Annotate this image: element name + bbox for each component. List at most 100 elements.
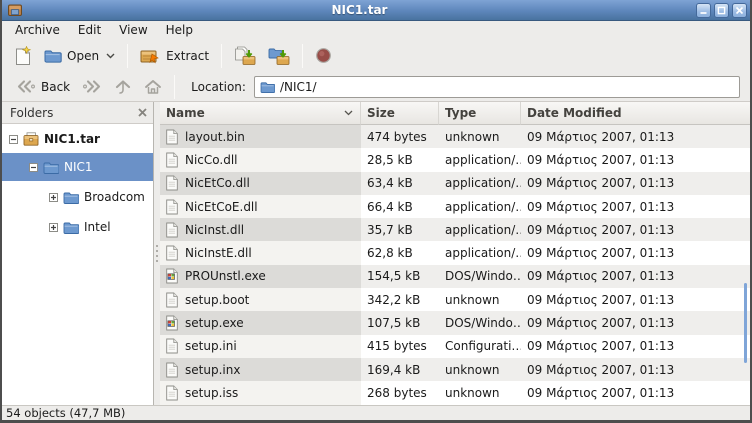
table-row[interactable]: setup.iss 268 bytes unknown 09 Μάρτιος 2…	[160, 381, 750, 404]
file-name-cell: setup.boot	[160, 288, 361, 311]
tree-item-label: Broadcom	[84, 190, 145, 204]
file-name: setup.exe	[185, 316, 244, 330]
navbar-separator	[174, 75, 175, 99]
vertical-scrollbar[interactable]	[744, 283, 747, 363]
table-row[interactable]: setup.boot 342,2 kB unknown 09 Μάρτιος 2…	[160, 288, 750, 311]
file-name: NicInst.dll	[185, 223, 244, 237]
column-header-date[interactable]: Date Modified	[521, 102, 750, 125]
column-header-size[interactable]: Size	[361, 102, 439, 125]
column-header-type[interactable]: Type	[439, 102, 521, 125]
file-icon	[165, 222, 179, 238]
stop-icon	[315, 47, 332, 64]
file-size: 35,7 kB	[361, 218, 439, 241]
table-row[interactable]: PROUnstl.exe 154,5 kB DOS/Windo… 09 Μάρτ…	[160, 265, 750, 288]
file-name-cell: NicCo.dll	[160, 148, 361, 171]
folder-tree: NIC1.tar NIC1	[2, 124, 153, 405]
forward-icon	[82, 79, 102, 94]
add-files-button[interactable]	[228, 43, 262, 68]
file-type: Configurati…	[439, 335, 521, 358]
file-date: 09 Μάρτιος 2007, 01:13	[521, 241, 750, 264]
file-size: 268 bytes	[361, 381, 439, 404]
sidebar-title: Folders	[10, 106, 53, 120]
folder-icon	[43, 161, 59, 174]
column-header-name-label: Name	[166, 106, 205, 120]
file-date: 09 Μάρτιος 2007, 01:13	[521, 265, 750, 288]
file-type: DOS/Windo…	[439, 311, 521, 334]
collapse-expander-icon[interactable]	[9, 135, 18, 144]
close-button[interactable]	[732, 3, 747, 18]
tree-item-intel[interactable]: Intel	[2, 214, 153, 240]
location-input[interactable]: /NIC1/	[254, 76, 740, 98]
file-name: setup.iss	[185, 386, 238, 400]
toolbar-separator	[221, 44, 222, 68]
folder-icon	[63, 191, 79, 204]
tree-item-nic1-tar[interactable]: NIC1.tar	[2, 126, 153, 152]
tree-item-broadcom[interactable]: Broadcom	[2, 184, 153, 210]
menu-archive[interactable]: Archive	[6, 22, 69, 38]
column-headers: Name Size Type Date Modified	[160, 102, 750, 125]
maximize-button[interactable]	[714, 3, 729, 18]
open-button[interactable]: Open	[38, 46, 121, 66]
table-row[interactable]: setup.ini 415 bytes Configurati… 09 Μάρτ…	[160, 335, 750, 358]
up-button[interactable]	[108, 76, 138, 98]
extract-button[interactable]: Extract	[134, 44, 215, 67]
open-folder-icon	[44, 49, 62, 63]
table-row[interactable]: NicEtCo.dll 63,4 kB application/… 09 Μάρ…	[160, 172, 750, 195]
expand-expander-icon[interactable]	[49, 223, 58, 232]
close-sidebar-icon[interactable]	[138, 108, 147, 117]
statusbar: 54 objects (47,7 MB)	[2, 405, 750, 420]
file-date: 09 Μάρτιος 2007, 01:13	[521, 148, 750, 171]
table-row[interactable]: layout.bin 474 bytes unknown 09 Μάρτιος …	[160, 125, 750, 148]
toolbar-separator	[302, 44, 303, 68]
back-button[interactable]: Back	[10, 76, 76, 97]
tree-item-label: NIC1	[64, 160, 93, 174]
table-row[interactable]: NicCo.dll 28,5 kB application/… 09 Μάρτι…	[160, 148, 750, 171]
file-date: 09 Μάρτιος 2007, 01:13	[521, 288, 750, 311]
window-title: NIC1.tar	[23, 3, 696, 17]
file-icon	[165, 245, 179, 261]
file-type: unknown	[439, 358, 521, 381]
file-size: 28,5 kB	[361, 148, 439, 171]
sort-chevron-down-icon	[344, 110, 353, 116]
status-text: 54 objects (47,7 MB)	[6, 406, 125, 420]
file-name: layout.bin	[185, 130, 245, 144]
tree-item-nic1[interactable]: NIC1	[2, 153, 153, 181]
expand-expander-icon[interactable]	[49, 193, 58, 202]
menu-edit[interactable]: Edit	[69, 22, 110, 38]
collapse-expander-icon[interactable]	[29, 163, 38, 172]
folder-icon	[63, 221, 79, 234]
minimize-button[interactable]	[696, 3, 711, 18]
stop-button[interactable]	[309, 44, 338, 67]
file-name: PROUnstl.exe	[185, 269, 266, 283]
back-icon	[16, 79, 36, 94]
file-date: 09 Μάρτιος 2007, 01:13	[521, 172, 750, 195]
file-date: 09 Μάρτιος 2007, 01:13	[521, 335, 750, 358]
table-row[interactable]: setup.inx 169,4 kB unknown 09 Μάρτιος 20…	[160, 358, 750, 381]
column-header-name[interactable]: Name	[160, 102, 361, 125]
file-icon	[165, 338, 179, 354]
column-header-type-label: Type	[445, 106, 476, 120]
table-row[interactable]: setup.exe 107,5 kB DOS/Windo… 09 Μάρτιος…	[160, 311, 750, 334]
add-folder-button[interactable]	[262, 43, 296, 68]
file-size: 62,8 kB	[361, 241, 439, 264]
menu-help[interactable]: Help	[157, 22, 202, 38]
table-row[interactable]: NicInst.dll 35,7 kB application/… 09 Μάρ…	[160, 218, 750, 241]
toolbar-separator	[127, 44, 128, 68]
home-button[interactable]	[138, 76, 168, 98]
file-date: 09 Μάρτιος 2007, 01:13	[521, 381, 750, 404]
file-size: 66,4 kB	[361, 195, 439, 218]
file-size: 154,5 kB	[361, 265, 439, 288]
new-archive-button[interactable]	[9, 43, 38, 69]
forward-button[interactable]	[76, 76, 108, 97]
file-name: NicInstE.dll	[185, 246, 252, 260]
file-icon	[165, 152, 179, 168]
file-type: unknown	[439, 125, 521, 148]
executable-file-icon	[165, 315, 179, 331]
menu-view[interactable]: View	[110, 22, 156, 38]
table-row[interactable]: NicInstE.dll 62,8 kB application/… 09 Μά…	[160, 241, 750, 264]
titlebar[interactable]: NIC1.tar	[2, 0, 750, 21]
file-type: application/…	[439, 172, 521, 195]
file-type: application/…	[439, 218, 521, 241]
file-icon	[165, 129, 179, 145]
table-row[interactable]: NicEtCoE.dll 66,4 kB application/… 09 Μά…	[160, 195, 750, 218]
